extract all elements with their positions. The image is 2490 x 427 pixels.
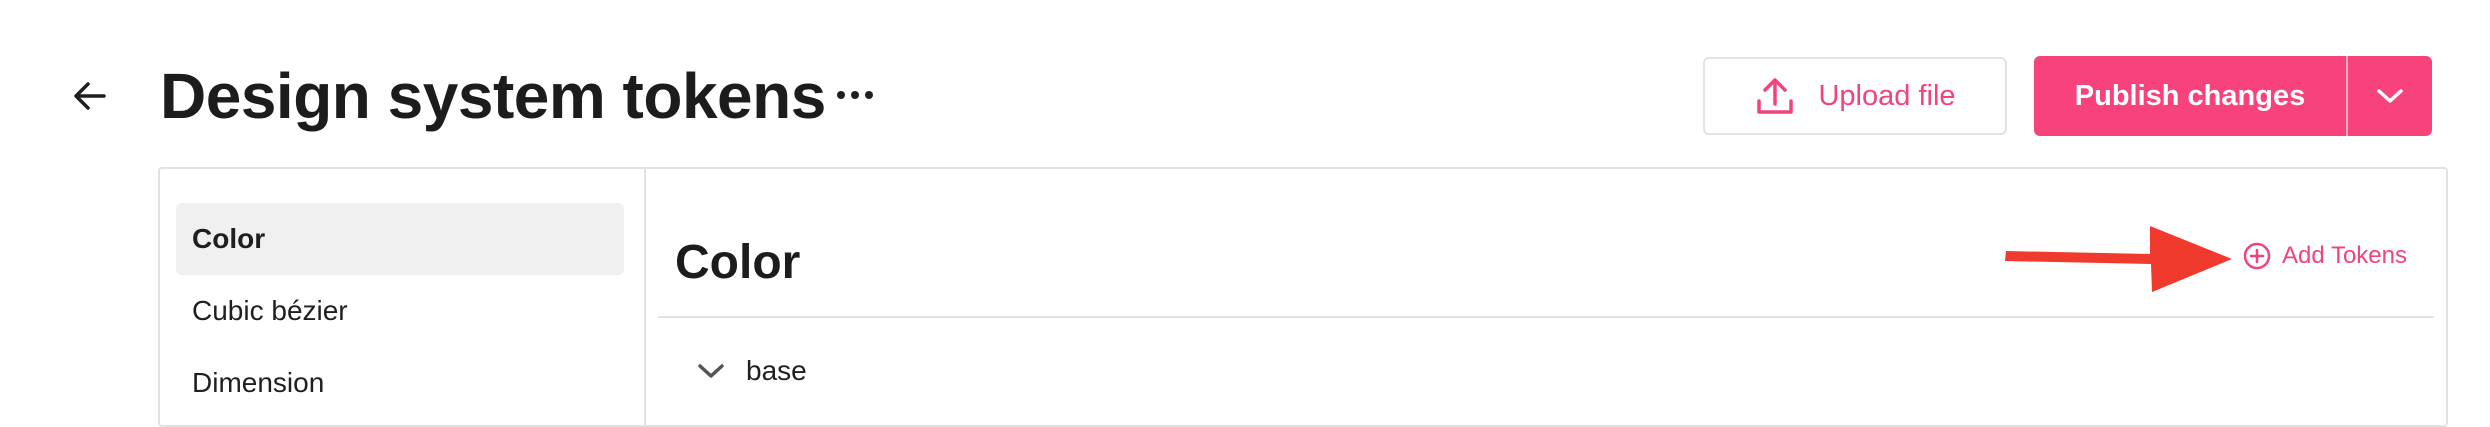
page-title: Design system tokens (160, 60, 826, 132)
chevron-down-icon (2377, 89, 2403, 103)
sidebar-item-color[interactable]: Color (176, 203, 624, 275)
upload-file-label: Upload file (1818, 79, 1956, 112)
arrow-left-icon (74, 82, 106, 110)
upload-file-button[interactable]: Upload file (1703, 57, 2007, 135)
publish-changes-label: Publish changes (2074, 79, 2306, 112)
add-tokens-label: Add Tokens (2282, 242, 2407, 269)
publish-dropdown-button[interactable] (2348, 56, 2432, 136)
sidebar-item-dimension[interactable]: Dimension (176, 347, 624, 419)
sidebar-item-label: Dimension (192, 367, 325, 398)
add-tokens-button[interactable]: Add Tokens (2242, 241, 2407, 271)
sidebar-item-label: Cubic bézier (192, 295, 348, 326)
section-divider (658, 316, 2434, 318)
token-group-base[interactable]: base (696, 355, 807, 387)
more-options-button[interactable] (832, 72, 878, 118)
back-button[interactable] (62, 68, 118, 124)
chevron-down-icon (698, 364, 724, 378)
section-title: Color (675, 236, 801, 289)
sidebar-item-label: Color (192, 223, 266, 254)
more-horizontal-icon (837, 91, 873, 99)
publish-button-group: Publish changes (2034, 56, 2432, 136)
token-type-sidebar: Color Cubic bézier Dimension (160, 169, 646, 425)
sidebar-item-cubic-bezier[interactable]: Cubic bézier (176, 275, 624, 347)
plus-circle-icon (2243, 242, 2271, 270)
upload-icon (1757, 78, 1794, 114)
token-group-label: base (746, 355, 807, 386)
publish-changes-button[interactable]: Publish changes (2034, 56, 2346, 136)
tokens-panel: Color Cubic bézier Dimension Color Add T… (158, 167, 2448, 427)
